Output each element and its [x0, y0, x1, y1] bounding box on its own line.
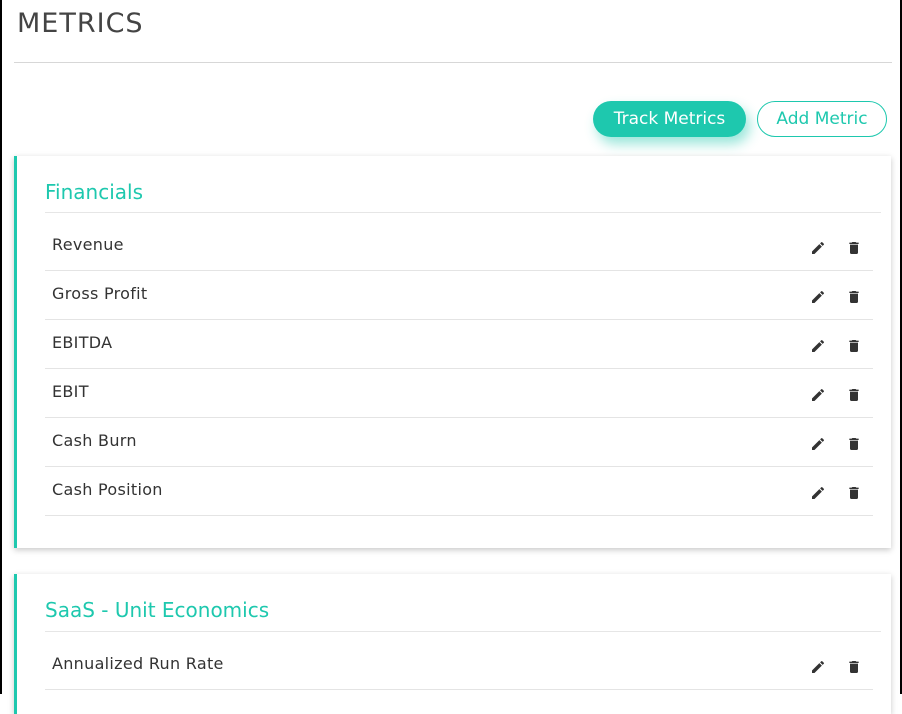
metric-group-divider — [45, 212, 881, 213]
pencil-icon[interactable] — [810, 436, 826, 452]
metric-name: Cash Burn — [52, 431, 137, 450]
metric-group-title: Financials — [45, 180, 143, 204]
window-border-left — [0, 0, 2, 694]
pencil-icon[interactable] — [810, 240, 826, 256]
trash-icon[interactable] — [846, 338, 862, 354]
metric-group-divider — [45, 631, 881, 632]
track-metrics-button[interactable]: Track Metrics — [593, 101, 746, 137]
pencil-icon[interactable] — [810, 485, 826, 501]
metric-name: Gross Profit — [52, 284, 148, 303]
trash-icon[interactable] — [846, 387, 862, 403]
metric-row: Cash Position — [45, 467, 873, 516]
trash-icon[interactable] — [846, 659, 862, 675]
metric-row: Revenue — [45, 222, 873, 271]
metric-row: EBIT — [45, 369, 873, 418]
trash-icon[interactable] — [846, 436, 862, 452]
metric-group-title: SaaS - Unit Economics — [45, 598, 270, 622]
metric-row: EBITDA — [45, 320, 873, 369]
trash-icon[interactable] — [846, 289, 862, 305]
metric-name: EBITDA — [52, 333, 113, 352]
pencil-icon[interactable] — [810, 289, 826, 305]
trash-icon[interactable] — [846, 485, 862, 501]
pencil-icon[interactable] — [810, 659, 826, 675]
title-divider — [14, 62, 892, 63]
trash-icon[interactable] — [846, 240, 862, 256]
metric-name: EBIT — [52, 382, 89, 401]
metric-name: Revenue — [52, 235, 124, 254]
pencil-icon[interactable] — [810, 387, 826, 403]
metric-row: Cash Burn — [45, 418, 873, 467]
metric-name: Annualized Run Rate — [52, 654, 224, 673]
metric-row: Gross Profit — [45, 271, 873, 320]
metric-row: Annualized Run Rate — [45, 641, 873, 690]
metric-group-card-saas-unit-economics: SaaS - Unit Economics Annualized Run Rat… — [14, 574, 891, 714]
pencil-icon[interactable] — [810, 338, 826, 354]
page-title: METRICS — [17, 8, 144, 39]
add-metric-button[interactable]: Add Metric — [757, 101, 887, 137]
metric-group-card-financials: Financials Revenue Gross Profit EBITDA E… — [14, 156, 891, 548]
metric-name: Cash Position — [52, 480, 163, 499]
